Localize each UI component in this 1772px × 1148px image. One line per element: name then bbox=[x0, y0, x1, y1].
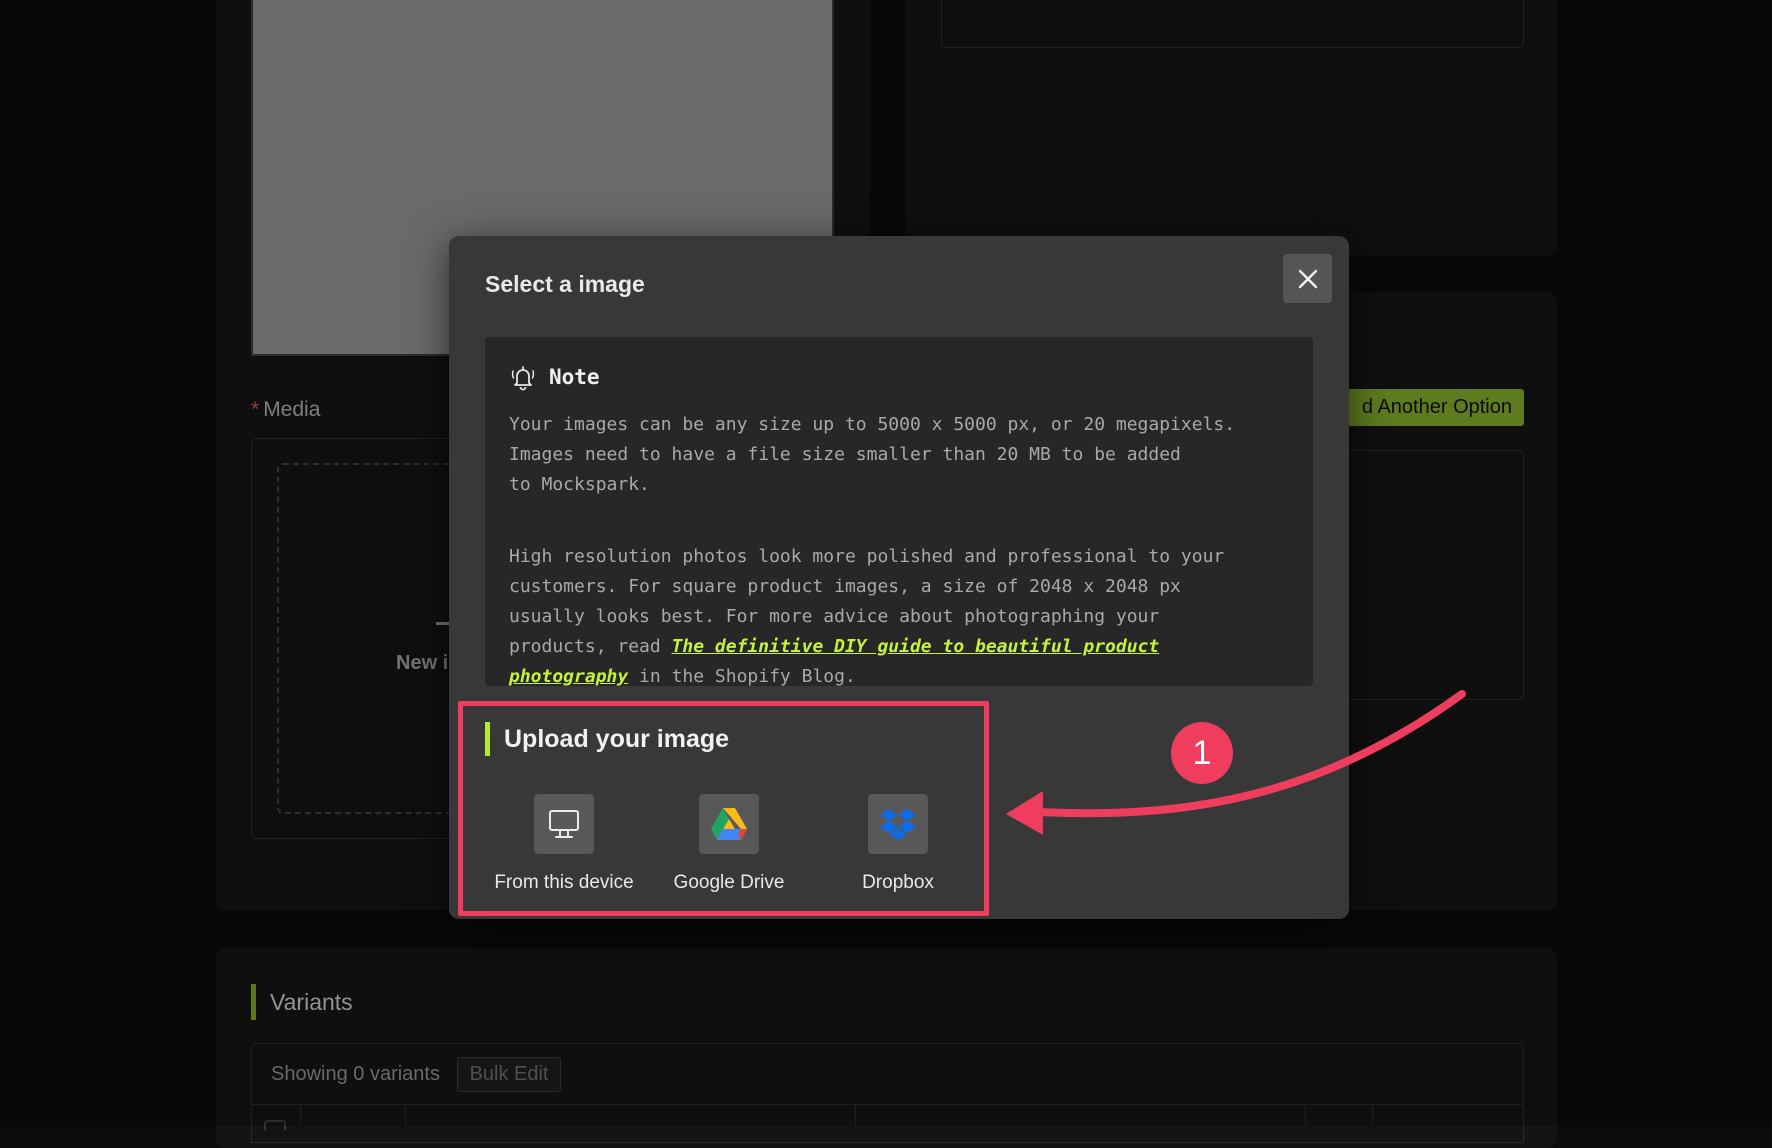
step-number-badge: 1 bbox=[1171, 722, 1233, 784]
annotation-arrow bbox=[1006, 690, 1466, 835]
